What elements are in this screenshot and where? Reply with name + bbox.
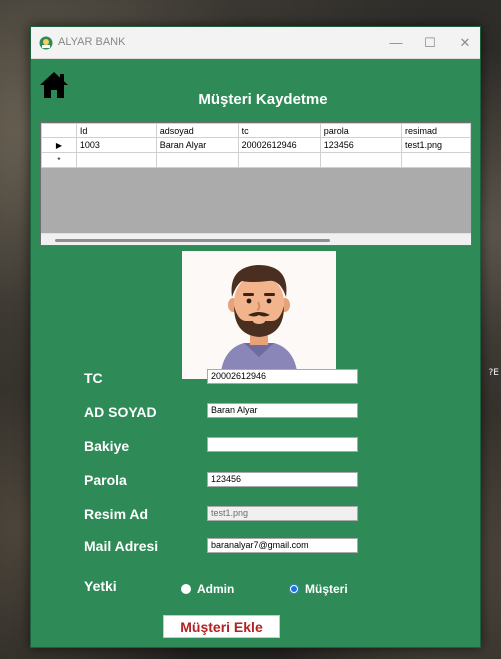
grid-cell[interactable] bbox=[237, 152, 321, 168]
column-header-tc[interactable]: tc bbox=[237, 123, 321, 138]
mail-label: Mail Adresi bbox=[84, 538, 159, 554]
customer-data-grid[interactable]: Id adsoyad tc parola resimad ▶ 1003 Bara… bbox=[40, 122, 472, 246]
maximize-button[interactable]: ☐ bbox=[418, 33, 442, 53]
radio-admin-indicator[interactable] bbox=[181, 584, 191, 594]
column-header-resimad[interactable]: resimad bbox=[400, 123, 471, 138]
grid-cell[interactable] bbox=[155, 152, 239, 168]
grid-cell[interactable] bbox=[75, 152, 157, 168]
yetki-label: Yetki bbox=[84, 578, 117, 594]
new-row-marker[interactable]: * bbox=[41, 152, 77, 168]
bakiye-input[interactable] bbox=[207, 437, 358, 452]
window-title: ALYAR BANK bbox=[58, 36, 126, 48]
grid-cell[interactable] bbox=[400, 152, 471, 168]
grid-cell[interactable]: test1.png bbox=[400, 137, 471, 153]
grid-header-row: Id adsoyad tc parola resimad bbox=[41, 123, 471, 138]
radio-musteri-label: Müşteri bbox=[305, 582, 348, 596]
grid-corner-cell bbox=[41, 123, 77, 138]
column-header-adsoyad[interactable]: adsoyad bbox=[155, 123, 239, 138]
grid-cell[interactable]: Baran Alyar bbox=[155, 137, 239, 153]
grid-cell[interactable]: 20002612946 bbox=[237, 137, 321, 153]
parola-input[interactable]: 123456 bbox=[207, 472, 358, 487]
table-row-new[interactable]: * bbox=[41, 152, 471, 168]
adsoyad-input[interactable]: Baran Alyar bbox=[207, 403, 358, 418]
customer-avatar-image bbox=[182, 251, 336, 379]
radio-musteri[interactable]: Müşteri bbox=[289, 582, 348, 596]
bank-app-icon bbox=[39, 36, 53, 50]
mail-input[interactable]: baranalyar7@gmail.com bbox=[207, 538, 358, 553]
radio-admin-label: Admin bbox=[197, 582, 235, 596]
tc-input[interactable]: 20002612946 bbox=[207, 369, 358, 384]
desktop-hint-text: ?E bbox=[488, 368, 499, 378]
horizontal-scrollbar[interactable] bbox=[41, 233, 471, 245]
radio-musteri-indicator[interactable] bbox=[289, 584, 299, 594]
table-row[interactable]: ▶ 1003 Baran Alyar 20002612946 123456 te… bbox=[41, 137, 471, 153]
row-pointer-icon[interactable]: ▶ bbox=[41, 137, 77, 153]
bakiye-label: Bakiye bbox=[84, 438, 130, 454]
app-window: ALYAR BANK — ☐ ✕ Müşteri Kaydetme Id ads… bbox=[30, 26, 481, 648]
parola-label: Parola bbox=[84, 472, 127, 488]
radio-admin[interactable]: Admin bbox=[181, 582, 234, 596]
title-bar[interactable]: ALYAR BANK — ☐ ✕ bbox=[31, 27, 480, 59]
tc-label: TC bbox=[84, 370, 103, 386]
page-title: Müşteri Kaydetme bbox=[198, 91, 328, 108]
column-header-id[interactable]: Id bbox=[75, 123, 157, 138]
column-header-parola[interactable]: parola bbox=[319, 123, 402, 138]
add-customer-button[interactable]: Müşteri Ekle bbox=[163, 615, 280, 638]
minimize-button[interactable]: — bbox=[384, 33, 408, 53]
adsoyad-label: AD SOYAD bbox=[84, 404, 157, 420]
resimad-label: Resim Ad bbox=[84, 506, 149, 522]
grid-cell[interactable]: 1003 bbox=[75, 137, 157, 153]
grid-cell[interactable]: 123456 bbox=[319, 137, 402, 153]
close-button[interactable]: ✕ bbox=[453, 33, 477, 53]
grid-cell[interactable] bbox=[319, 152, 402, 168]
resimad-input[interactable]: test1.png bbox=[207, 506, 358, 521]
scrollbar-thumb[interactable] bbox=[55, 239, 330, 242]
